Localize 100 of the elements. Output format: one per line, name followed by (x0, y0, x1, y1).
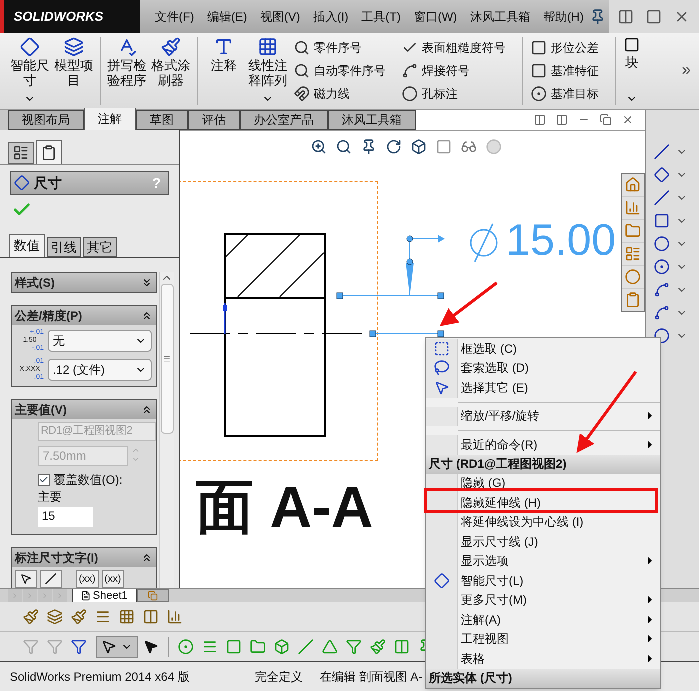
menu-item[interactable]: 工具(T) (362, 8, 401, 26)
ribbon-tool[interactable]: 基准目标 (531, 84, 599, 104)
sheet-tab[interactable]: Sheet1 (72, 589, 137, 603)
more-button[interactable]: » (682, 59, 691, 83)
parentheses-button[interactable]: (xx) (102, 570, 124, 588)
zoom-icon (311, 139, 327, 155)
sphere-icon (486, 139, 502, 155)
app-logo: SOLIDWORKS (0, 0, 140, 33)
menu-item[interactable]: 视图(V) (260, 8, 300, 26)
rectangle-icon (654, 212, 670, 228)
ribbon-tab[interactable]: 视图布局 (8, 110, 84, 130)
ribbon-button[interactable]: 智能尺寸 (8, 33, 52, 109)
panel-tab[interactable] (8, 142, 34, 164)
section-header[interactable]: 主要值(V) (12, 400, 156, 419)
ribbon-button[interactable]: 注释 (202, 33, 246, 109)
task-pane-tab[interactable] (622, 243, 644, 265)
arrow-button[interactable] (15, 570, 37, 588)
menu-item[interactable]: 隐藏延伸线 (H) (426, 493, 660, 512)
line-weight-icon (95, 608, 111, 624)
search-icon (336, 139, 352, 155)
panel-tab[interactable] (36, 140, 62, 164)
task-pane-tab[interactable] (622, 197, 644, 219)
menu-item[interactable]: 框选取 (C) (426, 339, 660, 358)
menu-item[interactable]: 最近的命令(R) (426, 435, 660, 454)
task-pane-tab[interactable] (622, 220, 644, 242)
menu-item[interactable]: 将延伸线设为中心线 (I) (426, 512, 660, 532)
section-header[interactable]: 公差/精度(P) (12, 306, 156, 325)
tile-icon (556, 114, 568, 126)
ribbon-tab[interactable]: 办公室产品 (240, 110, 328, 130)
property-icon (625, 292, 641, 308)
brush-icon (161, 37, 181, 57)
ribbon-tool[interactable]: 磁力线 (294, 84, 386, 104)
sub-tab[interactable]: 其它 (83, 237, 117, 257)
section-header[interactable]: 标注尺寸文字(I) (12, 548, 156, 567)
menu-item[interactable]: 窗口(W) (414, 8, 458, 26)
menu-item[interactable]: 套索选取 (D) (426, 358, 660, 378)
menu-item[interactable]: 插入(I) (313, 8, 349, 26)
lasso-icon (434, 360, 450, 376)
menu-item[interactable]: 选择其它 (E) (426, 378, 660, 398)
dimension-icon (654, 166, 670, 182)
ribbon-tool[interactable]: 零件序号 (294, 38, 386, 58)
menu-item[interactable]: 表格 (426, 649, 660, 668)
menu-item[interactable]: 缩放/平移/旋转 (426, 406, 660, 426)
maximize-icon (646, 8, 662, 24)
sub-tab[interactable]: 数值 (9, 234, 45, 257)
menu-item[interactable]: 显示选项 (426, 552, 660, 571)
ribbon-tool[interactable]: 自动零件序号 (294, 60, 386, 81)
menu-item[interactable]: 帮助(H) (543, 8, 584, 26)
restore-icon (600, 114, 612, 126)
parentheses-button[interactable]: (xx) (76, 570, 99, 588)
tolerance-dropdown[interactable]: 无 (48, 330, 152, 352)
precision-dropdown[interactable]: .12 (文件) (48, 359, 152, 381)
scroll-thumb[interactable] (160, 284, 174, 434)
menu-item[interactable]: 编辑(E) (207, 8, 248, 26)
panel-title: 尺寸 (34, 174, 63, 192)
angle-button[interactable] (40, 570, 62, 588)
section-header[interactable]: 样式(S) (12, 273, 156, 292)
filter-icon (71, 638, 87, 654)
collapse-icon (141, 310, 153, 322)
task-pane-tab[interactable] (622, 174, 644, 196)
frame-icon (531, 40, 547, 56)
override-field[interactable]: 15 (38, 507, 93, 527)
pointer-icon (101, 638, 117, 654)
section-title: 标注尺寸文字(I) (15, 550, 100, 566)
task-pane-tab[interactable] (622, 289, 644, 311)
ribbon-tool[interactable]: 焊接符号 (402, 60, 506, 81)
menu-item[interactable]: 显示尺寸线 (J) (426, 532, 660, 552)
ribbon-tool[interactable]: 基准特征 (531, 60, 599, 81)
dimension-icon (14, 175, 30, 191)
menu-item[interactable]: 工程视图 (426, 630, 660, 649)
ribbon-button[interactable]: 格式涂刷器 (149, 33, 193, 109)
menu-item[interactable]: 沐风工具箱 (470, 8, 530, 26)
selection-box-icon (434, 340, 450, 357)
ribbon-tool[interactable]: 形位公差 (531, 38, 599, 58)
menu-section-header: 所选实体 (尺寸) (426, 668, 660, 688)
override-checkbox[interactable] (38, 474, 50, 486)
ribbon-button[interactable]: 模型项目 (52, 33, 96, 109)
ribbon-tool[interactable]: 表面粗糙度符号 (402, 38, 506, 58)
ribbon-button[interactable]: 拼写检验程序 (105, 33, 149, 109)
property-icon (41, 144, 57, 160)
menu-item[interactable]: 更多尺寸(M) (426, 590, 660, 610)
menu-item[interactable]: 文件(F) (155, 8, 194, 26)
menu-item[interactable]: 智能尺寸(L) (426, 571, 660, 590)
grid-icon (258, 37, 278, 57)
ribbon-tab[interactable]: 沐风工具箱 (328, 110, 416, 130)
brush-icon (71, 608, 87, 624)
ribbon-tab[interactable]: 评估 (188, 110, 240, 130)
ribbon-tool[interactable]: 孔标注 (402, 84, 506, 104)
select-button[interactable] (96, 636, 138, 658)
sub-tab[interactable]: 引线 (47, 237, 81, 257)
pointer-icon (143, 638, 159, 654)
task-pane-tab[interactable] (622, 266, 644, 288)
status-text: SolidWorks Premium 2014 x64 版 (10, 668, 191, 686)
ribbon-button[interactable]: 线性注释阵列 (246, 33, 290, 109)
pin-icon (590, 8, 606, 24)
block-button[interactable]: 块 (620, 33, 644, 109)
ribbon-tab[interactable]: 草图 (136, 110, 188, 130)
ribbon-tab[interactable]: 注解 (84, 108, 136, 130)
magnet-icon (294, 86, 310, 102)
stack-icon (64, 37, 84, 57)
